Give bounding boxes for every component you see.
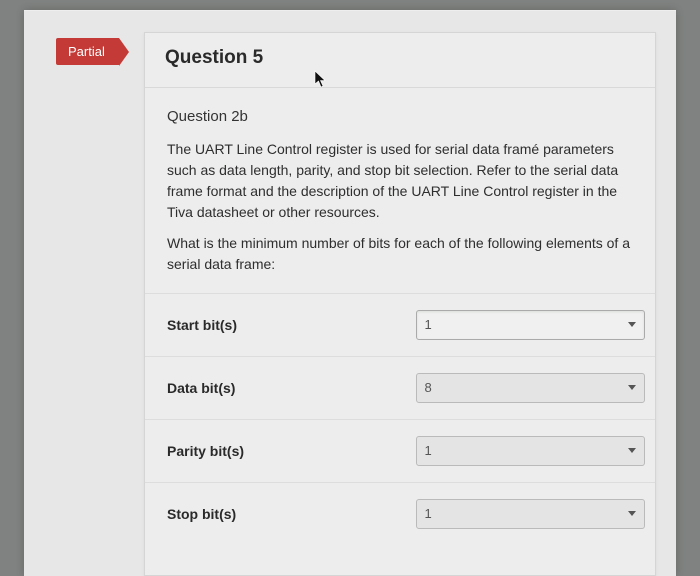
- parity-bits-label: Parity bit(s): [167, 443, 416, 459]
- question-header: Question 5: [145, 33, 655, 88]
- question-subtitle: Question 2b: [167, 106, 633, 129]
- table-row: Start bit(s) 1: [145, 293, 655, 356]
- table-row: Parity bit(s) 1: [145, 419, 655, 482]
- question-paragraph-1: The UART Line Control register is used f…: [167, 139, 633, 223]
- status-badge-label: Partial: [68, 44, 105, 59]
- answer-table: Start bit(s) 1 Data bit(s) 8 Parity bit(…: [145, 293, 655, 545]
- start-bits-control: 1: [416, 310, 645, 340]
- stop-bits-select[interactable]: 1: [416, 499, 645, 529]
- data-bits-select[interactable]: 8: [416, 373, 645, 403]
- parity-bits-select[interactable]: 1: [416, 436, 645, 466]
- question-body: Question 2b The UART Line Control regist…: [145, 88, 655, 275]
- data-bits-control: 8: [416, 373, 645, 403]
- question-card: Question 5 Question 2b The UART Line Con…: [144, 32, 656, 576]
- status-badge: Partial: [56, 38, 119, 65]
- start-bits-select[interactable]: 1: [416, 310, 645, 340]
- parity-bits-control: 1: [416, 436, 645, 466]
- stop-bits-label: Stop bit(s): [167, 506, 416, 522]
- stop-bits-control: 1: [416, 499, 645, 529]
- quiz-page: Partial Question 5 Question 2b The UART …: [24, 10, 676, 576]
- table-row: Data bit(s) 8: [145, 356, 655, 419]
- data-bits-label: Data bit(s): [167, 380, 416, 396]
- start-bits-label: Start bit(s): [167, 317, 416, 333]
- question-paragraph-2: What is the minimum number of bits for e…: [167, 233, 633, 275]
- question-title: Question 5: [165, 47, 635, 69]
- table-row: Stop bit(s) 1: [145, 482, 655, 545]
